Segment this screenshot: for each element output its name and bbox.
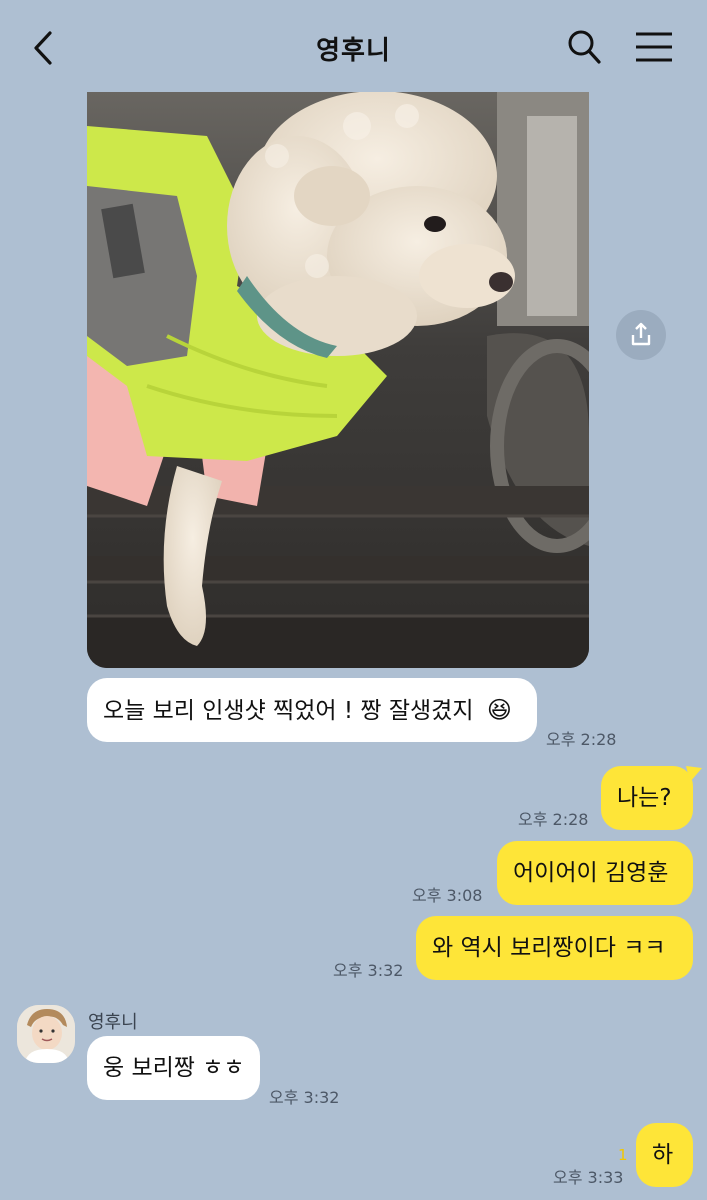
message-time: 오후 3:32	[333, 961, 404, 980]
laughing-emoji-icon: 😆	[486, 696, 512, 724]
message-text: 웅 보리짱 ㅎㅎ	[103, 1055, 245, 1081]
message-time: 오후 3:32	[269, 1088, 340, 1107]
message-bubble-outgoing[interactable]: 어이어이 김영훈	[497, 841, 693, 905]
message-text: 나는?	[617, 785, 672, 811]
search-button[interactable]	[566, 28, 602, 66]
message-text: 어이어이 김영훈	[513, 860, 669, 886]
menu-button[interactable]	[634, 30, 674, 64]
search-icon	[568, 30, 601, 64]
message-bubble-incoming[interactable]: 오늘 보리 인생샷 찍었어 ! 짱 잘생겼지 😆	[87, 678, 537, 742]
message-bubble-outgoing[interactable]: 와 역시 보리짱이다 ㅋㅋ	[416, 916, 693, 980]
chat-header: 영후니	[0, 0, 707, 92]
message-time: 오후 3:08	[412, 886, 483, 905]
photo-message[interactable]	[87, 86, 589, 668]
poodle-photo	[87, 86, 589, 668]
share-icon	[631, 322, 651, 346]
message-bubble-outgoing[interactable]: 나는?	[601, 766, 693, 830]
share-button[interactable]	[616, 310, 666, 360]
message-bubble-incoming[interactable]: 웅 보리짱 ㅎㅎ	[87, 1036, 260, 1100]
message-bubble-outgoing[interactable]: 하	[636, 1123, 693, 1187]
unread-count: 1	[618, 1146, 628, 1164]
message-text: 하	[652, 1142, 674, 1168]
message-time: 오후 3:33	[553, 1168, 624, 1187]
hamburger-menu-icon	[636, 32, 672, 62]
profile-photo	[17, 1005, 75, 1063]
message-text: 오늘 보리 인생샷 찍었어 ! 짱 잘생겼지	[103, 698, 474, 724]
avatar[interactable]	[17, 1005, 75, 1063]
message-time: 오후 2:28	[546, 730, 617, 749]
message-text: 와 역시 보리짱이다 ㅋㅋ	[432, 935, 666, 961]
bubble-tail	[686, 766, 702, 782]
sender-name: 영후니	[88, 1012, 138, 1033]
message-time: 오후 2:28	[518, 810, 589, 829]
